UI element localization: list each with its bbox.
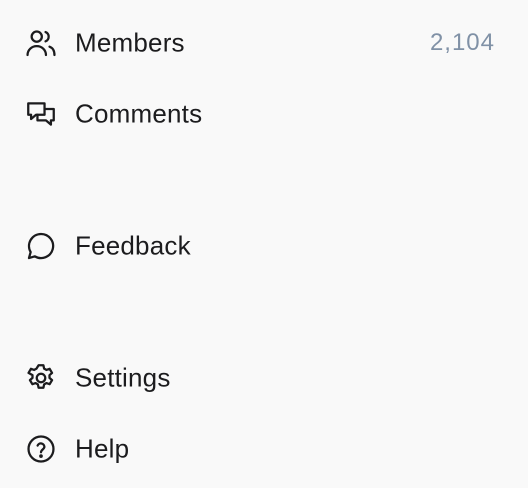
sidebar-item-settings[interactable]: Settings — [0, 356, 528, 400]
members-count-badge: 2,104 — [429, 29, 495, 56]
sidebar-item-label: Comments — [75, 98, 203, 129]
chat-bubble-icon — [24, 229, 58, 263]
sidebar-nav: Members 2,104 Comments Feedback Settings — [0, 0, 528, 488]
sidebar-item-label: Feedback — [75, 230, 191, 261]
sidebar-item-feedback[interactable]: Feedback — [0, 224, 528, 268]
gear-icon — [24, 361, 58, 395]
sidebar-item-label: Members — [75, 27, 185, 58]
users-icon — [24, 26, 58, 60]
sidebar-item-label: Settings — [75, 362, 171, 393]
help-circle-icon — [24, 432, 58, 466]
sidebar-item-members[interactable]: Members 2,104 — [0, 21, 528, 65]
sidebar-item-comments[interactable]: Comments — [0, 92, 528, 136]
sidebar-item-label: Help — [75, 433, 130, 464]
sidebar-item-help[interactable]: Help — [0, 427, 528, 471]
comments-icon — [24, 97, 58, 131]
